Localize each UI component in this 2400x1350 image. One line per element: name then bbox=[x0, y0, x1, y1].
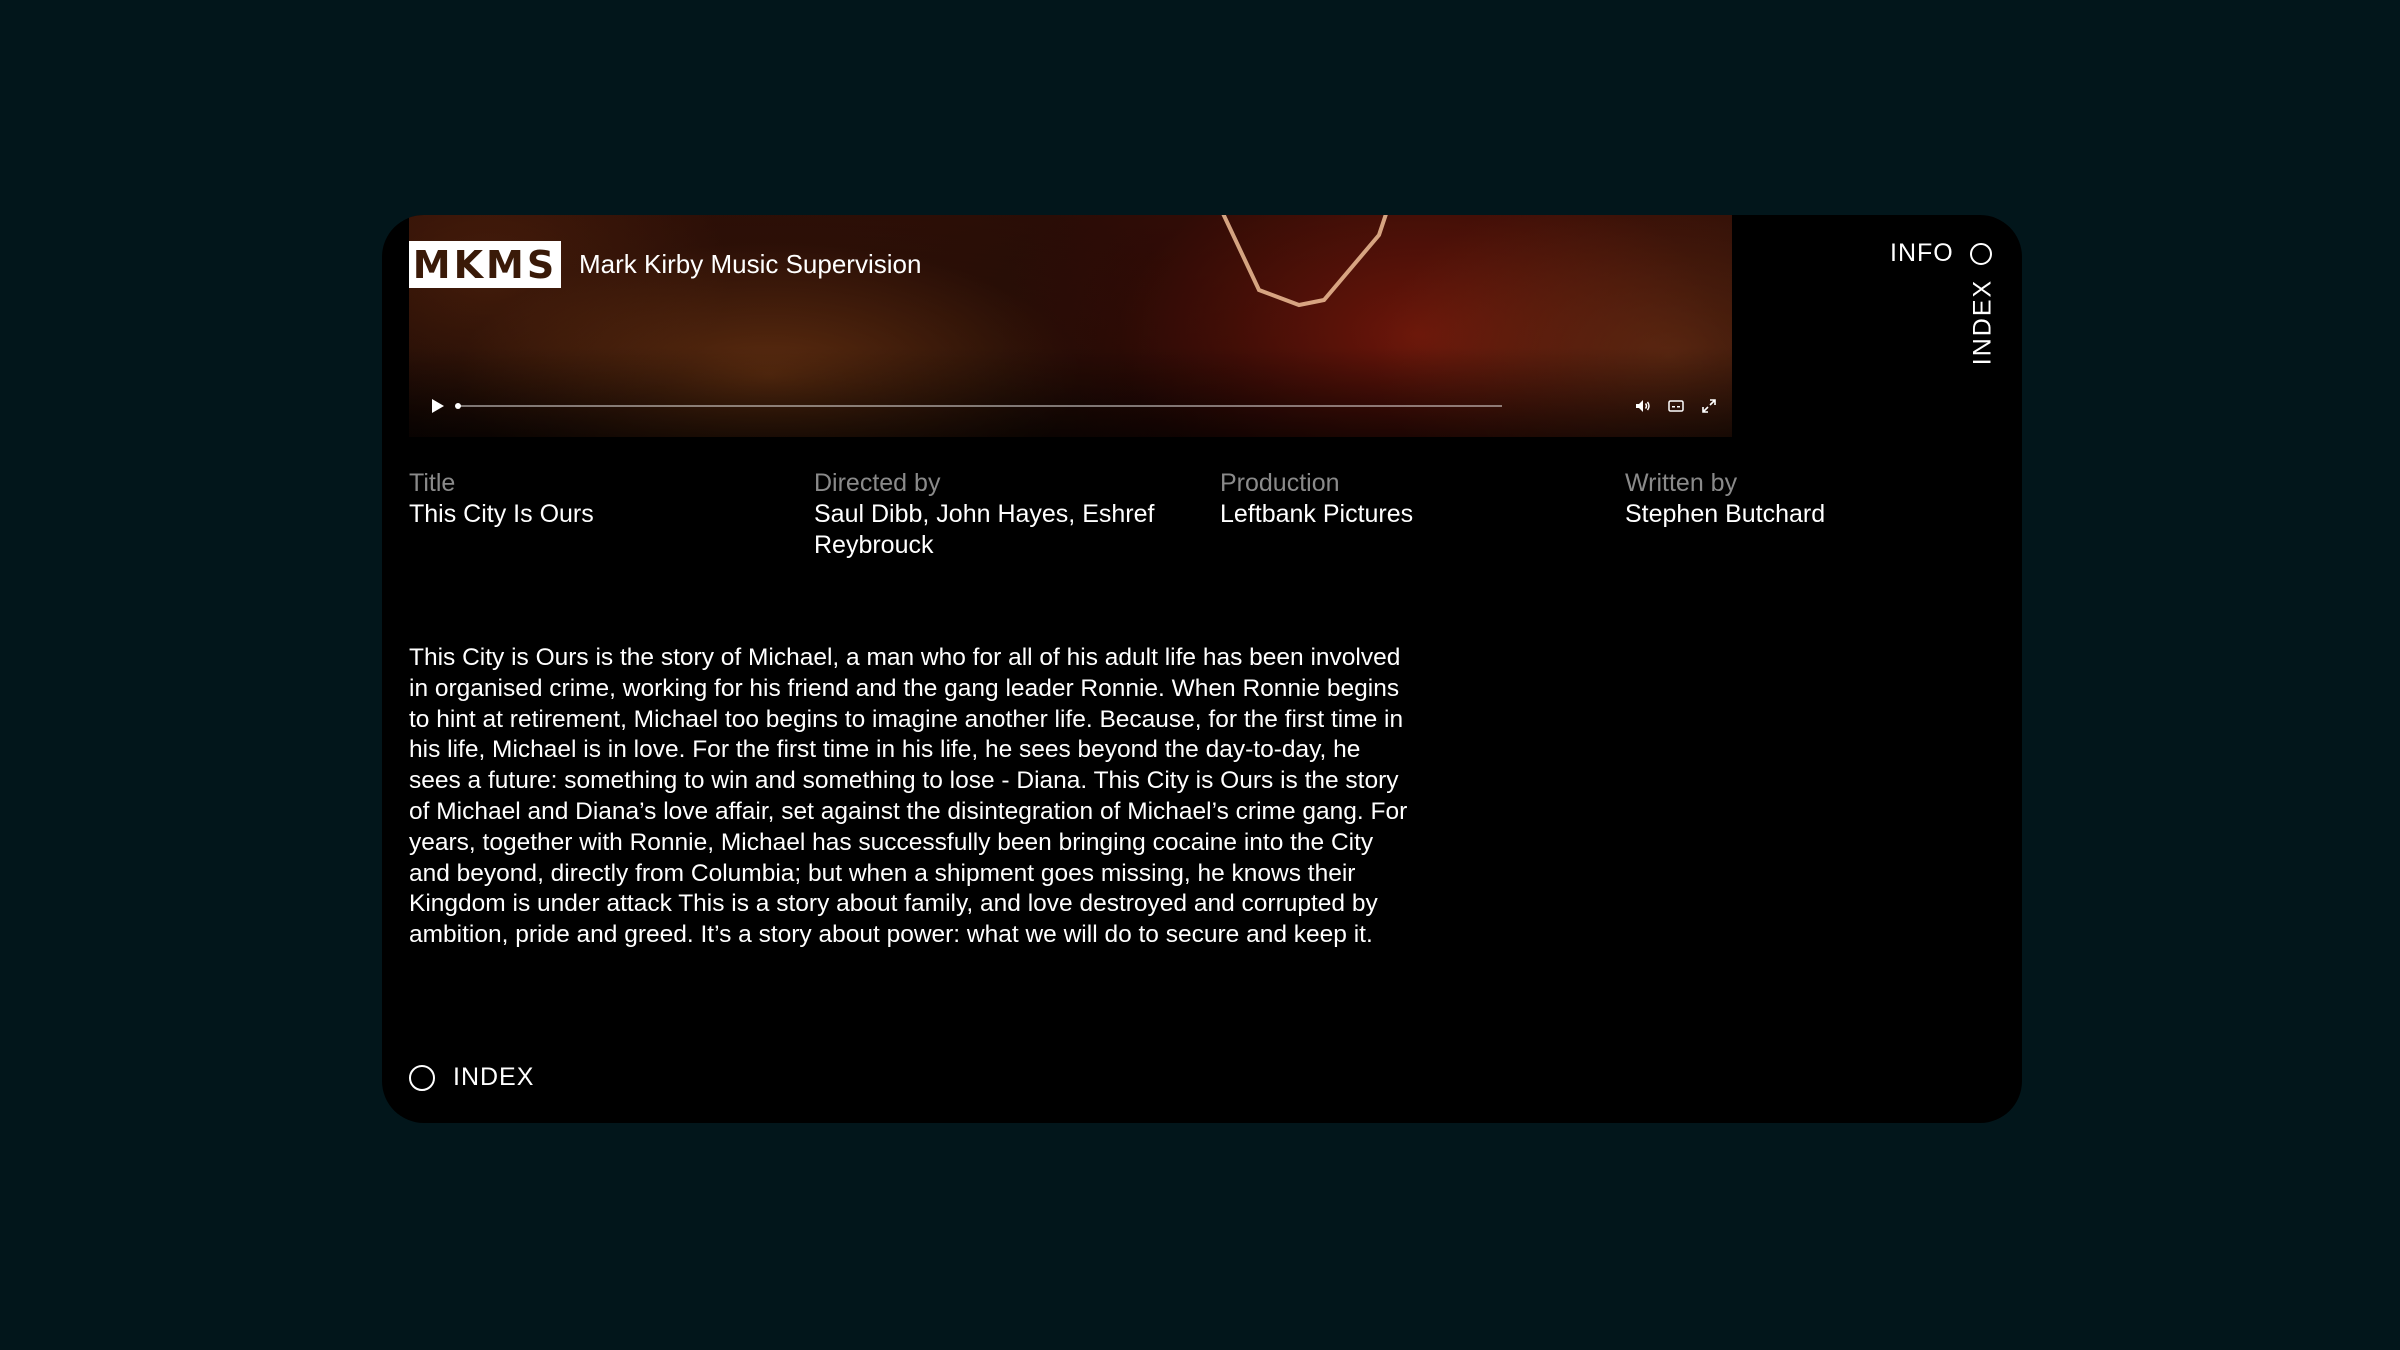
index-circle-icon bbox=[409, 1064, 435, 1091]
meta-directed-by: Directed by Saul Dibb, John Hayes, Eshre… bbox=[814, 468, 1189, 561]
logo[interactable]: MKMS bbox=[409, 241, 561, 288]
fullscreen-button[interactable] bbox=[1700, 397, 1718, 415]
meta-label: Written by bbox=[1625, 469, 1738, 497]
info-toggle[interactable]: INFO bbox=[1890, 239, 1992, 268]
meta-value: Stephen Butchard bbox=[1625, 500, 1826, 528]
captions-icon bbox=[1668, 400, 1684, 412]
logo-text: MKMS bbox=[412, 242, 558, 287]
play-button[interactable] bbox=[428, 396, 448, 416]
progress-track[interactable] bbox=[457, 405, 1502, 407]
brand[interactable]: MKMS Mark Kirby Music Supervision bbox=[409, 241, 921, 288]
synopsis: This City is Ours is the story of Michae… bbox=[409, 644, 1408, 949]
meta-production: Production Leftbank Pictures bbox=[1220, 468, 1600, 530]
meta-label: Production bbox=[1220, 469, 1340, 497]
index-link[interactable]: INDEX bbox=[409, 1063, 534, 1092]
index-vertical-link[interactable]: INDEX bbox=[1968, 278, 1998, 366]
video-bottom-shade bbox=[409, 347, 1732, 437]
project-panel: MKMS Mark Kirby Music Supervision INFO I… bbox=[382, 215, 2022, 1123]
index-label: INDEX bbox=[453, 1063, 535, 1091]
meta-value: This City Is Ours bbox=[409, 500, 594, 528]
brand-name[interactable]: Mark Kirby Music Supervision bbox=[579, 249, 921, 280]
volume-button[interactable] bbox=[1634, 397, 1652, 415]
meta-written-by: Written by Stephen Butchard bbox=[1625, 468, 2005, 530]
volume-icon bbox=[1636, 400, 1650, 412]
meta-label: Directed by bbox=[814, 469, 941, 497]
meta-label: Title bbox=[409, 469, 456, 497]
fullscreen-icon bbox=[1702, 399, 1716, 413]
play-icon bbox=[432, 399, 444, 413]
captions-button[interactable] bbox=[1667, 397, 1685, 415]
meta-title: Title This City Is Ours bbox=[409, 468, 789, 530]
progress-handle[interactable] bbox=[455, 403, 461, 409]
meta-value: Leftbank Pictures bbox=[1220, 500, 1414, 528]
video-frame-collar bbox=[1221, 215, 1388, 308]
meta-value: Saul Dibb, John Hayes, Eshref Reybrouck bbox=[814, 500, 1155, 559]
info-label: INFO bbox=[1890, 239, 1954, 267]
index-vertical-label: INDEX bbox=[1968, 278, 1997, 366]
info-circle-icon bbox=[1969, 242, 1992, 265]
